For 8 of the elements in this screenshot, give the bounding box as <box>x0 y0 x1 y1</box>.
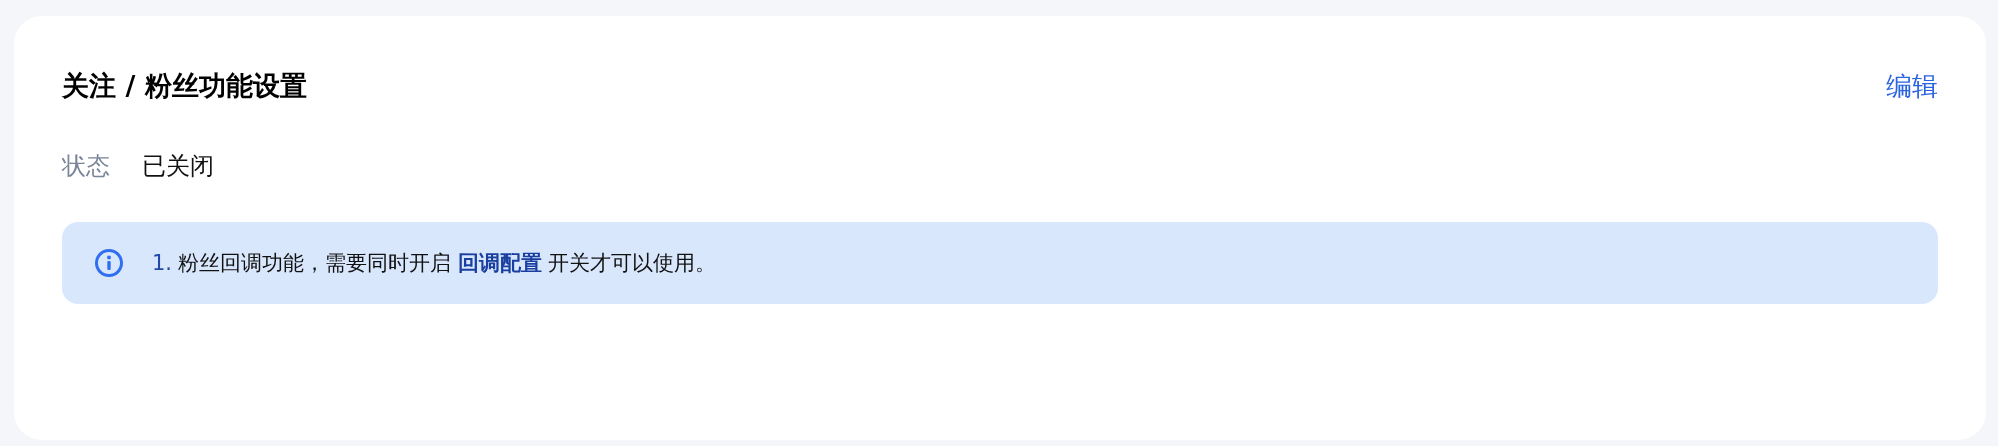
edit-link[interactable]: 编辑 <box>1886 68 1938 104</box>
info-icon <box>94 248 124 278</box>
notice-text: 粉丝回调功能，需要同时开启 回调配置 开关才可以使用。 <box>178 250 717 277</box>
card-title: 关注 / 粉丝功能设置 <box>62 69 307 103</box>
list-number: 1. <box>152 251 173 275</box>
callback-config-link[interactable]: 回调配置 <box>457 251 542 275</box>
field-label: 状态 <box>62 151 110 182</box>
field-value: 已关闭 <box>142 151 214 182</box>
